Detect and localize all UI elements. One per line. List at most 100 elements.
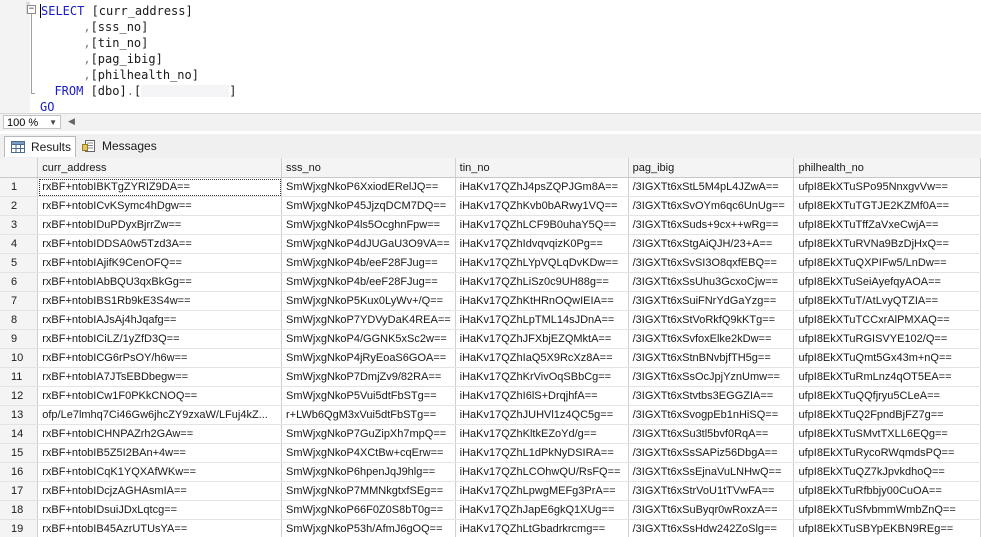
tab-results[interactable]: Results — [4, 136, 76, 157]
grid-cell[interactable]: SmWjxgNkoP7DmjZv9/82RA== — [281, 367, 456, 387]
grid-cell[interactable]: /3IGXTt6xSu3tl5bvf0RqA== — [628, 424, 795, 444]
grid-cell[interactable]: rxBF+ntobIBKTgZYRIZ9DA== — [37, 177, 283, 197]
grid-cell[interactable]: ufpI8EkXTuSPo95NnxgvVw== — [793, 177, 981, 197]
table-row[interactable]: 10 rxBF+ntobICG6rPsOY/h6w== SmWjxgNkoP4jRy… — [0, 348, 981, 368]
grid-cell[interactable]: ufpI8EkXTuTGTJE2KZMf0A== — [793, 196, 981, 216]
table-row[interactable]: 16 rxBF+ntobICqK1YQXAfWKw== SmWjxgNkoP6hpe… — [0, 462, 981, 482]
grid-cell[interactable]: /3IGXTt6xSvfoxElke2kDw== — [628, 329, 795, 349]
grid-cell[interactable]: iHaKv17QZhKltkEZoYd/g== — [455, 424, 629, 444]
row-number[interactable]: 10 — [0, 348, 39, 368]
grid-cell[interactable]: SmWjxgNkoP5Vui5dtFbSTg== — [281, 386, 456, 406]
grid-cell[interactable]: iHaKv17QZhLpTML14sJDnA== — [455, 310, 629, 330]
grid-cell[interactable]: ufpI8EkXTuT/AtLvyQTZIA== — [793, 291, 981, 311]
table-row[interactable]: 5 rxBF+ntobIAjifK9CenOFQ== SmWjxgNkoP4b/ee… — [0, 253, 981, 273]
grid-cell[interactable]: ufpI8EkXTuRGISVYE102/Q== — [793, 329, 981, 349]
grid-cell[interactable]: rxBF+ntobIDsuiJDxLqtcg== — [37, 500, 283, 520]
row-number[interactable]: 11 — [0, 367, 39, 387]
table-row[interactable]: 7 rxBF+ntobIBS1Rb9kE3S4w== SmWjxgNkoP5Kux0… — [0, 291, 981, 311]
grid-cell[interactable]: SmWjxgNkoP4jRyEoaS6GOA== — [281, 348, 456, 368]
grid-cell[interactable]: ufpI8EkXTuSeiAyefqyAOA== — [793, 272, 981, 292]
grid-cell[interactable]: ufpI8EkXTuQZ7kJpvkdhoQ== — [793, 462, 981, 482]
column-header[interactable]: curr_address — [37, 158, 283, 178]
grid-cell[interactable]: ufpI8EkXTuRmLnz4qOT5EA== — [793, 367, 981, 387]
row-number[interactable]: 18 — [0, 500, 39, 520]
grid-cell[interactable]: /3IGXTt6xSvSI3O8qxfEBQ== — [628, 253, 795, 273]
table-row[interactable]: 13 ofp/Le7lmhq7Ci46Gw6jhcZY9zxaW/LFuj4kZ.… — [0, 405, 981, 425]
row-number[interactable]: 12 — [0, 386, 39, 406]
grid-cell[interactable]: rxBF+ntobIBS1Rb9kE3S4w== — [37, 291, 283, 311]
grid-cell[interactable]: rxBF+ntobICw1F0PKkCNOQ== — [37, 386, 283, 406]
row-number[interactable]: 3 — [0, 215, 39, 235]
table-row[interactable]: 11 rxBF+ntobIA7JTsEBDbegw== SmWjxgNkoP7Dmj… — [0, 367, 981, 387]
grid-cell[interactable]: SmWjxgNkoP5Kux0LyWv+/Q== — [281, 291, 456, 311]
grid-cell[interactable]: ofp/Le7lmhq7Ci46Gw6jhcZY9zxaW/LFuj4kZ... — [37, 405, 283, 425]
table-row[interactable]: 19 rxBF+ntobIB45AzrUTUsYA== SmWjxgNkoP53h/… — [0, 519, 981, 537]
grid-cell[interactable]: /3IGXTt6xSsHdw242ZoSlg== — [628, 519, 795, 537]
grid-cell[interactable]: ufpI8EkXTuTffZaVxeCwjA== — [793, 215, 981, 235]
grid-cell[interactable]: SmWjxgNkoP4ls5OcghnFpw== — [281, 215, 456, 235]
table-row[interactable]: 2 rxBF+ntobICvKSymc4hDgw== SmWjxgNkoP45Jjz… — [0, 196, 981, 216]
grid-cell[interactable]: /3IGXTt6xSuiFNrYdGaYzg== — [628, 291, 795, 311]
grid-cell[interactable]: rxBF+ntobIDuPDyxBjrrZw== — [37, 215, 283, 235]
grid-cell[interactable]: ufpI8EkXTuRycoRWqmdsPQ== — [793, 443, 981, 463]
grid-cell[interactable]: iHaKv17QZhJFXbjEZQMktA== — [455, 329, 629, 349]
table-row[interactable]: 4 rxBF+ntobIDDSA0w5Tzd3A== SmWjxgNkoP4dJUG… — [0, 234, 981, 254]
grid-cell[interactable]: iHaKv17QZhLiSz0c9UH88g== — [455, 272, 629, 292]
grid-cell[interactable]: iHaKv17QZhL1dPkNyDSIRA== — [455, 443, 629, 463]
grid-cell[interactable]: SmWjxgNkoP6hpenJqJ9hlg== — [281, 462, 456, 482]
grid-cell[interactable]: ufpI8EkXTuSfvbmmWmbZnQ== — [793, 500, 981, 520]
grid-cell[interactable]: ufpI8EkXTuRVNa9BzDjHxQ== — [793, 234, 981, 254]
grid-cell[interactable]: SmWjxgNkoP4dJUGaU3O9VA== — [281, 234, 456, 254]
grid-cell[interactable]: rxBF+ntobIAJsAj4hJqafg== — [37, 310, 283, 330]
grid-cell[interactable]: rxBF+ntobICHNPAZrh2GAw== — [37, 424, 283, 444]
row-number[interactable]: 19 — [0, 519, 39, 537]
grid-cell[interactable]: /3IGXTt6xSvOYm6qc6UnUg== — [628, 196, 795, 216]
grid-cell[interactable]: SmWjxgNkoP4b/eeF28FJug== — [281, 253, 456, 273]
row-number[interactable]: 7 — [0, 291, 39, 311]
results-grid[interactable]: curr_address sss_no tin_no pag_ibig philheal… — [0, 158, 981, 537]
table-row[interactable]: 6 rxBF+ntobIAbBQU3qxBkGg== SmWjxgNkoP4b/ee… — [0, 272, 981, 292]
grid-cell[interactable]: rxBF+ntobICqK1YQXAfWKw== — [37, 462, 283, 482]
scroll-left-arrow-icon[interactable]: ◀ — [68, 115, 75, 129]
grid-cell[interactable]: iHaKv17QZhKrVivOqSBbCg== — [455, 367, 629, 387]
grid-cell[interactable]: iHaKv17QZhI6lS+DrqjhfA== — [455, 386, 629, 406]
table-row[interactable]: 17 rxBF+ntobIDcjzAGHAsmIA== SmWjxgNkoP7MMN… — [0, 481, 981, 501]
grid-cell[interactable]: iHaKv17QZhLCOhwQU/RsFQ== — [455, 462, 629, 482]
column-header[interactable]: philhealth_no — [793, 158, 981, 178]
grid-cell[interactable]: iHaKv17QZhIaQ5X9RcXz8A== — [455, 348, 629, 368]
grid-cell[interactable]: rxBF+ntobIB5Z5I2BAn+4w== — [37, 443, 283, 463]
row-number[interactable]: 8 — [0, 310, 39, 330]
table-row[interactable]: 8 rxBF+ntobIAJsAj4hJqafg== SmWjxgNkoP7YDVy… — [0, 310, 981, 330]
row-number[interactable]: 14 — [0, 424, 39, 444]
grid-cell[interactable]: /3IGXTt6xSuByqr0wRoxzA== — [628, 500, 795, 520]
grid-cell[interactable]: iHaKv17QZhKvb0bARwy1VQ== — [455, 196, 629, 216]
table-row[interactable]: 3 rxBF+ntobIDuPDyxBjrrZw== SmWjxgNkoP4ls5O… — [0, 215, 981, 235]
grid-cell[interactable]: rxBF+ntobIDDSA0w5Tzd3A== — [37, 234, 283, 254]
grid-cell[interactable]: iHaKv17QZhLtGbadrkrcmg== — [455, 519, 629, 537]
grid-cell[interactable]: /3IGXTt6xStvtbs3EGGZIA== — [628, 386, 795, 406]
row-number[interactable]: 5 — [0, 253, 39, 273]
grid-cell[interactable]: /3IGXTt6xSsEjnaVuLNHwQ== — [628, 462, 795, 482]
grid-cell[interactable]: rxBF+ntobIA7JTsEBDbegw== — [37, 367, 283, 387]
table-row[interactable]: 14 rxBF+ntobICHNPAZrh2GAw== SmWjxgNkoP7GuZ… — [0, 424, 981, 444]
zoom-dropdown[interactable]: 100 % ▼ — [3, 115, 61, 129]
row-number[interactable]: 1 — [0, 177, 39, 197]
grid-cell[interactable]: iHaKv17QZhJ4psZQPJGm8A== — [455, 177, 629, 197]
grid-corner[interactable] — [0, 158, 39, 178]
grid-cell[interactable]: rxBF+ntobICiLZ/1yZfD3Q== — [37, 329, 283, 349]
row-number[interactable]: 2 — [0, 196, 39, 216]
grid-cell[interactable]: SmWjxgNkoP45JjzqDCM7DQ== — [281, 196, 456, 216]
table-row[interactable]: 15 rxBF+ntobIB5Z5I2BAn+4w== SmWjxgNkoP4XCt… — [0, 443, 981, 463]
column-header[interactable]: pag_ibig — [628, 158, 795, 178]
grid-cell[interactable]: ufpI8EkXTuQXPIFw5/LnDw== — [793, 253, 981, 273]
grid-cell[interactable]: ufpI8EkXTuQ2FpndBjFZ7g== — [793, 405, 981, 425]
grid-cell[interactable]: ufpI8EkXTuQQfjryu5CLeA== — [793, 386, 981, 406]
grid-cell[interactable]: iHaKv17QZhLpwgMEFg3PrA== — [455, 481, 629, 501]
sql-code[interactable]: SELECT [curr_address] ,[sss_no] ,[tin_no… — [40, 3, 236, 115]
grid-cell[interactable]: SmWjxgNkoP7YDVyDaK4REA== — [281, 310, 456, 330]
table-row[interactable]: 18 rxBF+ntobIDsuiJDxLqtcg== SmWjxgNkoP66F0… — [0, 500, 981, 520]
grid-cell[interactable]: iHaKv17QZhLCF9B0uhaY5Q== — [455, 215, 629, 235]
grid-cell[interactable]: rxBF+ntobIB45AzrUTUsYA== — [37, 519, 283, 537]
grid-cell[interactable]: rxBF+ntobICvKSymc4hDgw== — [37, 196, 283, 216]
table-row[interactable]: 12 rxBF+ntobICw1F0PKkCNOQ== SmWjxgNkoP5Vui… — [0, 386, 981, 406]
